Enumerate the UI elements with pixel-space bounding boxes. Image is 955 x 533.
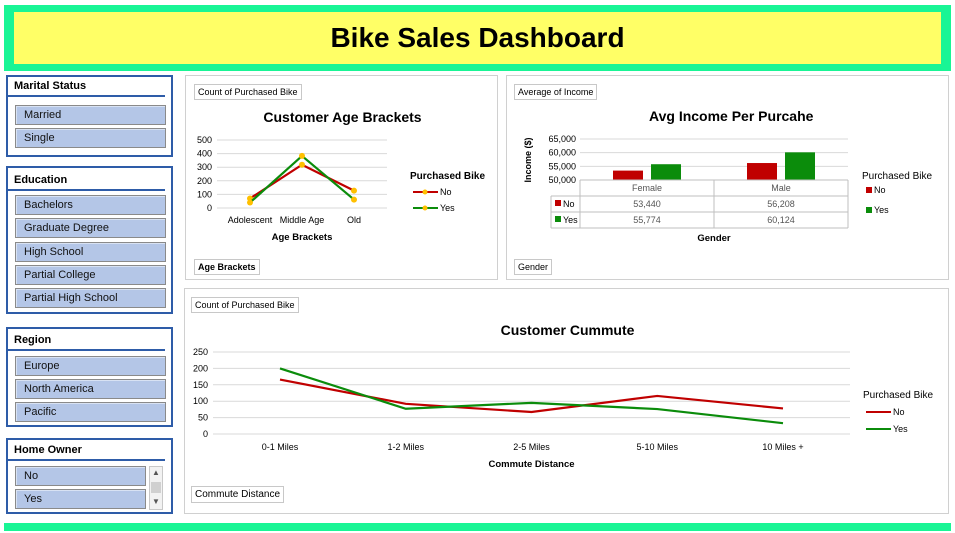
x-tick-label: 5-10 Miles [636,442,678,452]
legend-label-no: No [440,187,452,197]
legend-label-yes: Yes [440,203,455,213]
y-tick-label: 500 [197,135,212,145]
legend-swatch-yes [866,207,872,213]
series-line-no [249,163,355,200]
x-tick-label: 1-2 Miles [387,442,424,452]
x-axis-title: Age Brackets [272,232,333,243]
y-tick-label: 0 [207,203,212,213]
table-row-label: No [563,199,575,209]
x-tick-label: 2-5 Miles [513,442,550,452]
table-legend-key [555,216,561,222]
legend-label-yes: Yes [893,424,908,434]
x-tick-label: Old [347,215,361,225]
legend-swatch-no [866,187,872,193]
y-tick-label: 50 [198,413,208,423]
x-tick-label: Middle Age [280,215,325,225]
legend-title: Purchased Bike [862,171,932,182]
x-tick-label: Adolescent [228,215,273,225]
y-tick-label: 60,000 [548,148,576,158]
series-line-yes [279,367,784,425]
legend-label-no: No [893,407,905,417]
legend-label-yes: Yes [874,205,889,215]
data-label: 56,208 [767,199,795,209]
y-tick-label: 100 [197,189,212,199]
bar-yes [651,164,681,180]
data-label: 55,774 [633,215,661,225]
legend-title: Purchased Bike [410,171,485,182]
x-tick-label: Male [771,183,791,193]
data-point [247,199,253,206]
y-tick-label: 300 [197,162,212,172]
x-axis-title: Commute Distance [488,459,574,470]
data-label: 53,440 [633,199,661,209]
bar-no [747,163,777,180]
y-tick-label: 0 [203,429,208,439]
data-point [299,152,305,159]
data-label: 60,124 [767,215,795,225]
data-point [351,196,357,203]
x-tick-label: Female [632,183,662,193]
table-row-label: Yes [563,215,578,225]
legend-label-no: No [874,185,886,195]
y-tick-label: 250 [193,347,208,357]
y-axis-title: Income ($) [523,137,533,182]
charts-canvas: 5004003002001000Adolescent Middle Age OldA… [193,134,934,470]
y-tick-label: 100 [193,396,208,406]
x-tick-label: 0-1 Miles [262,442,299,452]
y-tick-label: 65,000 [548,134,576,144]
x-axis-title: Gender [697,233,731,244]
bar-yes [785,152,815,180]
x-tick-label: 10 Miles + [762,442,803,452]
data-point [351,187,357,194]
y-tick-label: 200 [193,363,208,373]
y-tick-label: 150 [193,380,208,390]
y-tick-label: 55,000 [548,161,576,171]
footer-bar [4,523,951,531]
y-tick-label: 400 [197,149,212,159]
y-tick-label: 50,000 [548,175,576,185]
legend-marker [422,189,428,195]
legend-marker [422,205,428,211]
data-point [299,161,305,168]
legend-title: Purchased Bike [863,390,933,401]
y-tick-label: 200 [197,176,212,186]
bar-no [613,170,643,180]
table-legend-key [555,200,561,206]
